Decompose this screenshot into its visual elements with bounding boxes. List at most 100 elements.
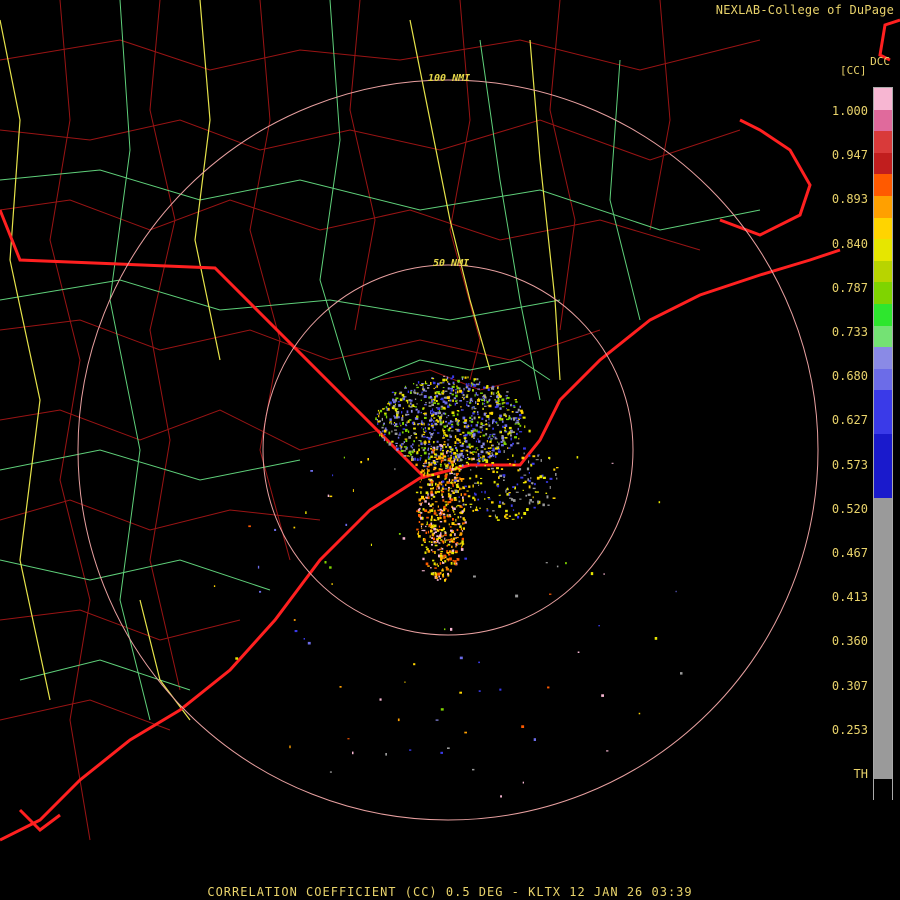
radar-pixel	[422, 470, 425, 473]
radar-pixel	[432, 559, 435, 562]
radar-pixel	[432, 460, 435, 463]
colorbar-segment	[874, 88, 892, 110]
radar-pixel	[499, 688, 502, 691]
radar-pixel	[452, 559, 454, 562]
radar-pixel	[423, 541, 426, 543]
colorbar-tick-label: 0.733	[831, 325, 868, 339]
radar-pixel	[431, 403, 434, 406]
radar-pixel	[448, 383, 451, 385]
radar-pixel	[327, 494, 330, 497]
radar-pixel	[405, 399, 409, 402]
radar-pixel	[492, 433, 496, 436]
radar-pixel	[397, 401, 400, 403]
radar-pixel	[456, 385, 458, 387]
radar-pixel	[402, 537, 406, 540]
radar-pixel	[447, 747, 450, 749]
radar-pixel	[379, 409, 383, 413]
radar-pixel	[439, 515, 441, 517]
radar-pixel	[441, 493, 443, 496]
radar-pixel	[435, 719, 439, 721]
radar-pixel	[508, 431, 511, 435]
radar-pixel	[453, 468, 457, 471]
radar-pixel	[447, 482, 451, 484]
radar-pixel	[422, 386, 424, 389]
radar-pixel	[422, 529, 426, 532]
radar-pixel	[442, 420, 445, 424]
radar-pixel	[437, 485, 439, 488]
radar-pixel	[513, 499, 516, 502]
radar-pixel	[447, 458, 451, 461]
radar-pixel	[486, 415, 490, 418]
radar-pixel	[430, 572, 434, 576]
radar-pixel	[486, 400, 489, 404]
radar-pixel	[547, 504, 550, 506]
radar-pixel	[508, 415, 511, 417]
radar-pixel	[379, 698, 382, 701]
radar-pixel	[425, 562, 429, 566]
radar-pixel	[388, 442, 392, 446]
radar-pixel	[413, 389, 416, 391]
radar-pixel	[446, 558, 450, 561]
radar-pixel	[429, 463, 433, 466]
radar-pixel	[457, 480, 459, 482]
radar-pixel	[460, 493, 462, 496]
radar-pixel	[484, 405, 487, 407]
radar-pixel	[398, 434, 401, 436]
radar-pixel	[399, 391, 403, 394]
radar-pixel	[394, 408, 397, 411]
radar-pixel	[442, 390, 445, 393]
radar-pixel	[468, 485, 471, 488]
radar-pixel	[396, 425, 399, 428]
radar-pixel	[410, 445, 412, 448]
radar-pixel	[456, 528, 459, 531]
radar-pixel	[394, 403, 396, 406]
radar-pixel	[448, 478, 451, 482]
radar-pixel	[459, 505, 462, 508]
radar-pixel	[517, 427, 519, 431]
radar-pixel	[459, 400, 462, 402]
radar-pixel	[418, 508, 420, 512]
radar-pixel	[437, 407, 441, 410]
radar-pixel	[449, 404, 452, 407]
radar-pixel	[417, 411, 420, 414]
radar-pixel	[556, 565, 559, 568]
radar-pixel	[416, 386, 419, 389]
radar-pixel	[494, 436, 497, 439]
radar-pixel	[488, 436, 490, 438]
radar-pixel	[367, 458, 369, 461]
radar-pixel	[438, 554, 440, 558]
radar-pixel	[440, 550, 443, 553]
radar-pixel	[424, 427, 426, 430]
radar-pixel	[493, 480, 496, 484]
radar-pixel	[478, 661, 480, 664]
radar-pixel	[456, 454, 459, 457]
radar-pixel	[516, 483, 519, 486]
radar-pixel	[439, 521, 443, 523]
radar-pixel	[440, 464, 442, 468]
radar-pixel	[376, 419, 378, 421]
radar-pixel	[516, 421, 520, 424]
radar-pixel	[492, 447, 494, 450]
radar-pixel	[409, 455, 411, 457]
colorbar-tick-label: 0.840	[831, 236, 868, 251]
radar-pixel	[452, 389, 455, 392]
radar-pixel	[442, 499, 445, 502]
radar-pixel	[438, 468, 441, 471]
radar-pixel	[431, 400, 433, 404]
colorbar-segment	[874, 239, 892, 261]
radar-pixel	[488, 515, 492, 517]
radar-pixel	[413, 391, 415, 394]
radar-pixel	[454, 455, 457, 458]
radar-pixel	[461, 510, 464, 513]
radar-pixel	[377, 420, 380, 423]
radar-pixel	[420, 442, 423, 446]
radar-pixel	[491, 501, 494, 504]
radar-pixel	[425, 546, 428, 548]
radar-pixel	[528, 454, 531, 457]
radar-pixel	[431, 543, 433, 546]
radar-pixel	[492, 427, 494, 430]
radar-pixel	[454, 441, 457, 444]
radar-pixel	[413, 427, 416, 430]
radar-pixel	[428, 478, 431, 480]
radar-pixel	[462, 416, 466, 420]
